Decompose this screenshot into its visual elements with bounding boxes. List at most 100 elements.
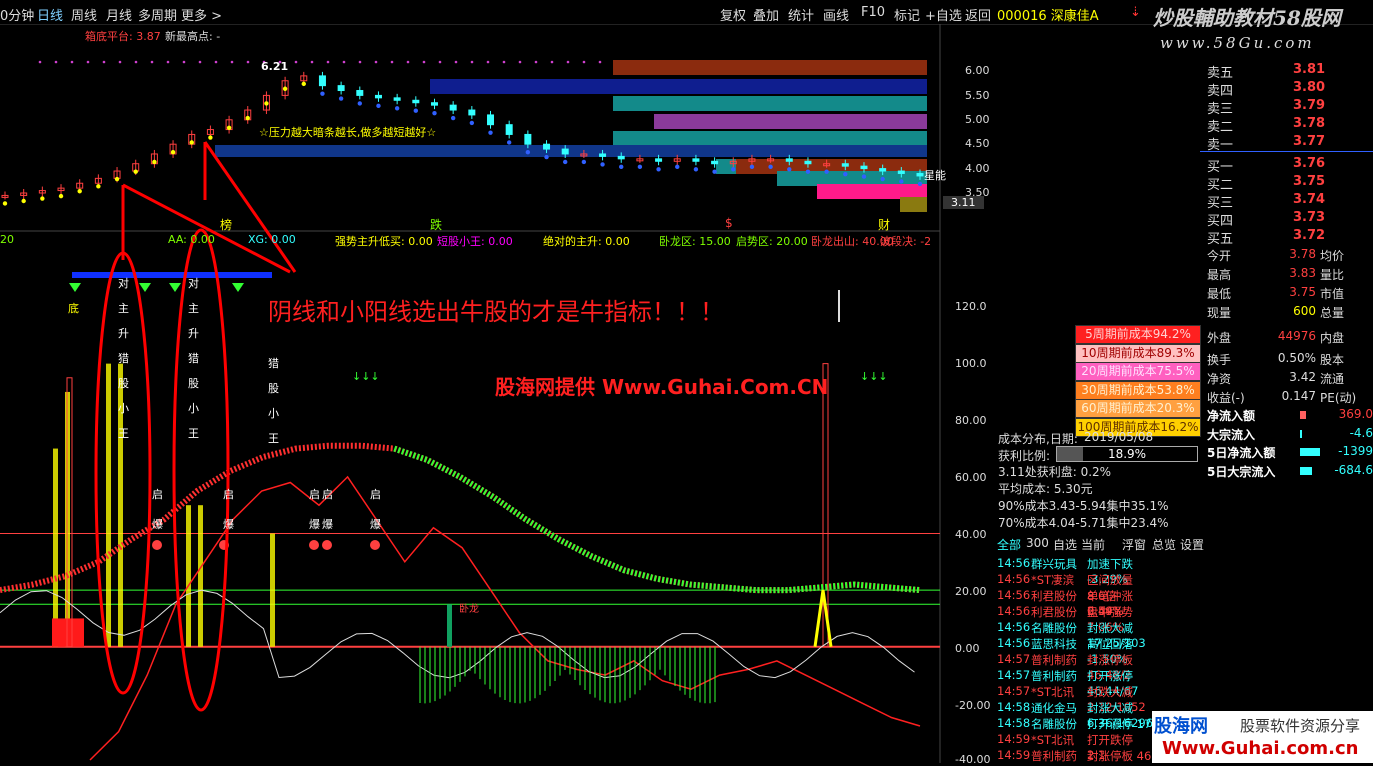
- dot-row-mark: [150, 60, 154, 64]
- mark-button[interactable]: 标记: [894, 5, 920, 24]
- cost-period-box: 20周期前成本75.5%: [1075, 362, 1201, 381]
- news-row[interactable]: 14:56 蓝思科技 高位回落 -1.50%: [997, 636, 1153, 666]
- news-stock: 名雕股份: [1031, 621, 1077, 635]
- news-row[interactable]: 14:56 *ST凄滨 区间放量 8.6倍0.44%: [997, 572, 1153, 618]
- back-button[interactable]: 返回: [965, 5, 991, 24]
- news-stock: 利君股份: [1031, 605, 1077, 619]
- price-tick: 4.00: [965, 162, 990, 175]
- news-row[interactable]: 14:59 *ST北讯 打开跌停 2.1: [997, 732, 1153, 762]
- order-book-row[interactable]: 卖四 3.80: [1207, 80, 1373, 99]
- profit-ratio-label: 获利比例:: [998, 449, 1051, 463]
- order-price: 3.72: [1293, 228, 1326, 243]
- trend-dot: [824, 169, 829, 174]
- indicator-tick: 80.00: [955, 414, 987, 427]
- news-tab[interactable]: 浮窗: [1122, 536, 1146, 553]
- f10-button[interactable]: F10: [861, 5, 885, 20]
- tab-weekly[interactable]: 周线: [71, 5, 97, 24]
- indicator-tick: -20.00: [955, 699, 991, 712]
- cost-line-3: 3.11处获利盘: 0.2%: [998, 465, 1112, 479]
- news-row[interactable]: 14:57 普利制药 打开涨停 46.44/67: [997, 668, 1153, 698]
- candle-body: [897, 170, 905, 174]
- candle-body: [692, 158, 700, 162]
- order-price: 3.76: [1293, 156, 1326, 171]
- qidong-word: 爆: [322, 518, 333, 531]
- order-book-row[interactable]: 卖三 3.79: [1207, 98, 1373, 117]
- trend-dot: [357, 101, 362, 106]
- statistics-button[interactable]: 统计: [788, 5, 814, 24]
- tab-more[interactable]: 更多 >: [181, 5, 222, 24]
- dot-row-mark: [534, 60, 538, 64]
- news-row[interactable]: 14:56 利君股份 单笔冲涨 2.59%: [997, 588, 1153, 618]
- tab-multi-period[interactable]: 多周期: [138, 5, 177, 24]
- add-watchlist-button[interactable]: +自选: [925, 5, 962, 24]
- news-row[interactable]: 14:58 名雕股份 打开涨停 17: [997, 716, 1153, 732]
- news-time: 14:58: [997, 716, 1031, 730]
- trend-dot: [114, 176, 120, 182]
- news-time: 14:56: [997, 604, 1031, 618]
- news-row[interactable]: 14:59 普利制药 封涨停板 46: [997, 748, 1153, 764]
- news-tab[interactable]: 自选: [1053, 536, 1077, 553]
- qidong-word: 爆: [370, 518, 381, 531]
- news-row[interactable]: 14:57 *ST北讯 封跌大减 2.12/1052: [997, 684, 1153, 714]
- tab-daily[interactable]: 日线: [37, 5, 63, 24]
- order-book-row[interactable]: 卖二 3.78: [1207, 116, 1373, 135]
- restore-rights-button[interactable]: 复权: [720, 5, 746, 24]
- tab-minute[interactable]: 0分钟: [0, 5, 34, 24]
- dot-row-mark: [246, 60, 250, 64]
- trend-dot: [600, 162, 605, 167]
- stat-label: 外盘: [1207, 331, 1232, 345]
- news-row[interactable]: 14:58 通化金马 封涨大减 6.36/16296: [997, 700, 1153, 730]
- order-book-row[interactable]: 买一 3.76: [1207, 156, 1373, 175]
- draw-line-button[interactable]: 画线: [823, 5, 849, 24]
- order-book-row[interactable]: 买二 3.75: [1207, 174, 1373, 193]
- vertical-word: 主: [118, 302, 129, 315]
- news-stock: *ST北讯: [1031, 685, 1075, 699]
- candle-body: [337, 85, 345, 92]
- order-label: 卖四: [1207, 84, 1234, 99]
- price-tick: 3.50: [965, 186, 990, 199]
- profit-ratio-value: 18.9%: [1107, 447, 1147, 461]
- news-tab[interactable]: 设置: [1180, 536, 1204, 553]
- news-row[interactable]: 14:56 群兴玩具 加速下跌 -3.29%: [997, 556, 1153, 586]
- marker-dollar: $: [725, 216, 733, 230]
- indicator-header-item: 短股小王: 0.00: [437, 235, 513, 248]
- stat-label: 现量: [1207, 306, 1232, 320]
- stat-label: 净资: [1207, 372, 1232, 386]
- volume-profile-bar: [613, 131, 927, 146]
- arrow-group-icon: ↓↓↓: [352, 370, 380, 383]
- fund-flow-bar: [1300, 411, 1306, 419]
- trend-dot: [432, 110, 437, 116]
- trend-dot: [768, 164, 773, 170]
- news-stock: 名雕股份: [1031, 717, 1077, 731]
- order-book-row[interactable]: 买五 3.72: [1207, 228, 1373, 247]
- pressure-callout: ☆压力越大暗条越长,做多越短越好☆: [259, 126, 437, 139]
- fund-flow-bar: [1300, 466, 1312, 475]
- news-tab[interactable]: 总览: [1152, 536, 1176, 553]
- dot-row-mark: [38, 60, 42, 64]
- stat-label: 收益(-): [1207, 391, 1245, 405]
- candle-body: [412, 99, 420, 104]
- news-row[interactable]: 14:56 名雕股份 封涨大减 17.25/103: [997, 620, 1153, 650]
- order-book-row[interactable]: 卖一 3.77: [1207, 134, 1373, 153]
- trend-dot: [506, 140, 512, 145]
- tab-monthly[interactable]: 月线: [106, 5, 132, 24]
- order-book-row[interactable]: 卖五 3.81: [1207, 62, 1373, 81]
- news-time: 14:56: [997, 636, 1031, 650]
- order-book-row[interactable]: 买三 3.74: [1207, 192, 1373, 211]
- vertical-word: 王: [268, 432, 279, 445]
- down-arrow-icon: ⇣: [1130, 5, 1141, 20]
- news-tab[interactable]: 全部: [997, 536, 1021, 553]
- news-row[interactable]: 14:57 普利制药 封涨停板 46.48/2: [997, 652, 1153, 682]
- news-time: 14:57: [997, 684, 1031, 698]
- signal-bar: [198, 505, 203, 647]
- fund-flow-bar: [1300, 429, 1302, 438]
- dot-row-mark: [518, 60, 522, 64]
- order-label: 卖五: [1207, 66, 1234, 81]
- order-price: 3.79: [1293, 98, 1326, 113]
- news-row[interactable]: 14:56 利君股份 盘中强势 7.06%: [997, 604, 1153, 634]
- order-book-row[interactable]: 买四 3.73: [1207, 210, 1373, 229]
- overlay-button[interactable]: 叠加: [753, 5, 779, 24]
- candle-body: [655, 158, 663, 162]
- news-tab[interactable]: 当前: [1081, 536, 1105, 553]
- news-tab[interactable]: 300: [1026, 536, 1049, 550]
